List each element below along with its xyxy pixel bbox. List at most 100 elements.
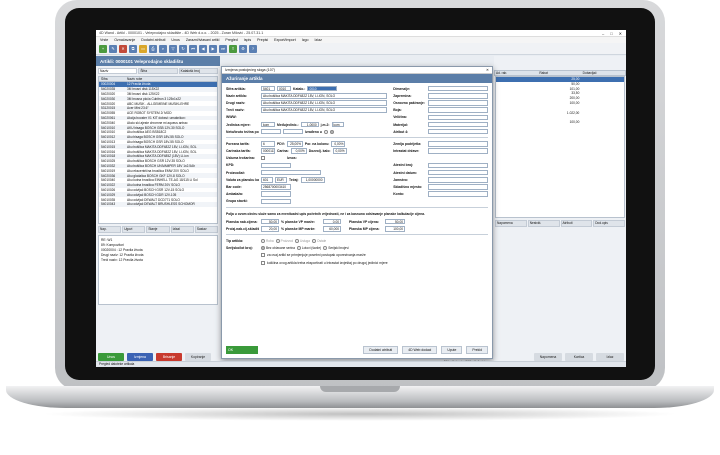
extra-field[interactable] xyxy=(428,169,488,176)
web-button[interactable]: 4D Web dodaci xyxy=(402,346,438,354)
pdv-field[interactable]: 25,00% xyxy=(286,141,303,147)
edit-button[interactable]: Izmjena xyxy=(127,353,153,361)
naziv-field[interactable]: Aku bušilica MAKITA DDF482Z 18V, LI-ION,… xyxy=(261,93,388,99)
tip-proizvod[interactable]: Proizvod xyxy=(275,238,293,243)
extra-field[interactable] xyxy=(428,177,488,183)
extra-field[interactable] xyxy=(428,141,488,147)
www-field[interactable] xyxy=(261,114,388,121)
menu-item[interactable]: Pregled xyxy=(225,38,237,42)
ambalaza-field[interactable] xyxy=(261,191,291,197)
radio-option[interactable] xyxy=(323,129,328,134)
tip-ostale[interactable]: Ostale xyxy=(311,238,326,243)
menu-item[interactable]: Dodatni atributi xyxy=(141,38,165,42)
menu-item[interactable]: Unos xyxy=(171,38,179,42)
new-icon[interactable]: + xyxy=(99,44,107,53)
checkbox[interactable] xyxy=(261,253,265,258)
tab-napomena[interactable]: Napomena xyxy=(495,220,527,227)
tab-stanje[interactable]: Stanje xyxy=(146,226,170,233)
cancel-button[interactable]: Prekid xyxy=(466,346,488,354)
extra-field[interactable] xyxy=(428,114,488,121)
tecaj-field[interactable]: 1,00000000 xyxy=(300,177,325,183)
bruto-field[interactable] xyxy=(283,128,303,135)
radio-option[interactable] xyxy=(296,246,301,251)
radio-option[interactable] xyxy=(311,238,316,243)
tab-naziv[interactable]: Naziv xyxy=(98,68,138,74)
tip-roba[interactable]: Roba xyxy=(261,238,274,243)
column-header[interactable]: Ad. rab. xyxy=(495,71,538,75)
radio-option[interactable] xyxy=(295,238,300,243)
minimize-icon[interactable]: – xyxy=(602,31,604,36)
radio-option[interactable] xyxy=(329,129,334,134)
export-icon[interactable]: ⇪ xyxy=(229,44,237,53)
sifra-prefix-field[interactable]: 5401 xyxy=(261,85,275,92)
mp-cijena-field[interactable]: 100,00 xyxy=(385,226,405,232)
radio-option[interactable] xyxy=(261,238,265,243)
column-header[interactable]: Naziv robe xyxy=(127,77,142,81)
tab-sastav[interactable]: Sastav xyxy=(194,226,219,233)
menu-item[interactable]: Vrste xyxy=(100,38,108,42)
sifra-field[interactable]: 0010 xyxy=(277,85,291,92)
close-icon[interactable]: ✕ xyxy=(619,31,622,36)
close-icon[interactable]: ✕ xyxy=(486,68,492,72)
delete-icon[interactable]: ✕ xyxy=(119,44,127,53)
radio-option[interactable] xyxy=(261,246,265,251)
tab-sifra[interactable]: Šifra xyxy=(138,68,178,74)
extra-field[interactable] xyxy=(428,191,488,197)
column-header[interactable]: Dobavljač xyxy=(582,71,625,75)
jm2-field[interactable]: kom xyxy=(331,121,344,128)
print-icon[interactable]: ⎙ xyxy=(149,44,157,53)
radio-option[interactable] xyxy=(323,246,328,251)
edit-icon[interactable]: ✎ xyxy=(109,44,117,53)
barcode-field[interactable]: 2568700003410 xyxy=(261,184,291,190)
extra-field[interactable] xyxy=(428,121,488,128)
tab-ugovi[interactable]: Ugovi xyxy=(122,226,146,233)
medjujedinica-field[interactable]: 1,0000 xyxy=(300,121,319,128)
refresh-icon[interactable]: ↻ xyxy=(179,44,187,53)
pnp-field[interactable]: 0,00% xyxy=(331,141,346,147)
column-header[interactable]: Rabat xyxy=(538,71,581,75)
extra-field[interactable] xyxy=(428,100,488,106)
radio-option[interactable] xyxy=(275,238,280,243)
drugi-naziv-field[interactable]: Aku bušilica MAKITA DDF482Z 18V, LI-ION,… xyxy=(261,100,388,106)
new-button[interactable]: Unos xyxy=(98,353,124,361)
last-icon[interactable]: ⏭ xyxy=(219,44,227,53)
tab-izlazi[interactable]: Izlazi xyxy=(170,226,194,233)
serij-none[interactable]: Bez oblavane serina xyxy=(261,246,295,251)
tab-nap[interactable]: Nap. xyxy=(98,226,122,233)
checkbox[interactable] xyxy=(261,260,265,265)
checkbox[interactable] xyxy=(261,156,265,161)
serij-lot[interactable]: Lotovi (šarže) xyxy=(296,246,321,251)
menu-item[interactable]: Export/Import xyxy=(274,38,296,42)
extra-field[interactable] xyxy=(428,184,488,190)
extra-field[interactable] xyxy=(428,107,488,113)
grupa-field[interactable] xyxy=(261,198,291,205)
mp-marza-field[interactable]: 60,000 xyxy=(323,226,341,232)
proizvodjac-field[interactable] xyxy=(261,169,321,176)
attributes-button[interactable]: Dodatni atributi xyxy=(363,346,399,354)
tab-nestvkt[interactable]: Nestvkt. xyxy=(527,220,560,227)
table-row[interactable]: 100,00 xyxy=(496,120,624,125)
serij-serial[interactable]: Serijski brojevi xyxy=(323,246,349,251)
izlaz-button[interactable]: Izlaz xyxy=(596,353,624,361)
menu-item[interactable]: Zarazni/ivlasani artikl xyxy=(186,38,220,42)
prev-icon[interactable]: ◀ xyxy=(199,44,207,53)
menu-item[interactable]: Prepisi xyxy=(257,38,268,42)
delete-button[interactable]: Brisanje xyxy=(156,353,182,361)
extra-field[interactable] xyxy=(428,128,488,135)
filter-icon[interactable]: ▽ xyxy=(169,44,177,53)
extra-field[interactable] xyxy=(428,85,488,92)
vp-cijena-field[interactable]: 50,00 xyxy=(385,218,405,225)
folder-icon[interactable]: ▭ xyxy=(139,44,147,53)
extra-field[interactable] xyxy=(428,162,488,169)
table-row[interactable]: 54010043 Aku odvijač DEWALT BRUSHLESS SCH… xyxy=(99,201,217,207)
napomena-button[interactable]: Napomena xyxy=(534,353,562,361)
vp-marza-field[interactable]: 0,00 xyxy=(323,218,341,225)
menu-item[interactable]: Označavanje xyxy=(114,38,135,42)
column-header[interactable]: Šifra xyxy=(99,77,127,81)
carina-field[interactable]: 0,00% xyxy=(290,148,307,154)
treci-naziv-field[interactable]: Aku bušilica MAKITA DDF482Z 18V, LI-ION,… xyxy=(261,107,388,113)
ok-button[interactable]: OK xyxy=(226,346,258,354)
maximize-icon[interactable]: □ xyxy=(610,31,612,36)
settings-icon[interactable]: ⚙ xyxy=(239,44,247,53)
planska-nab-field[interactable]: 50,00 xyxy=(261,218,279,225)
